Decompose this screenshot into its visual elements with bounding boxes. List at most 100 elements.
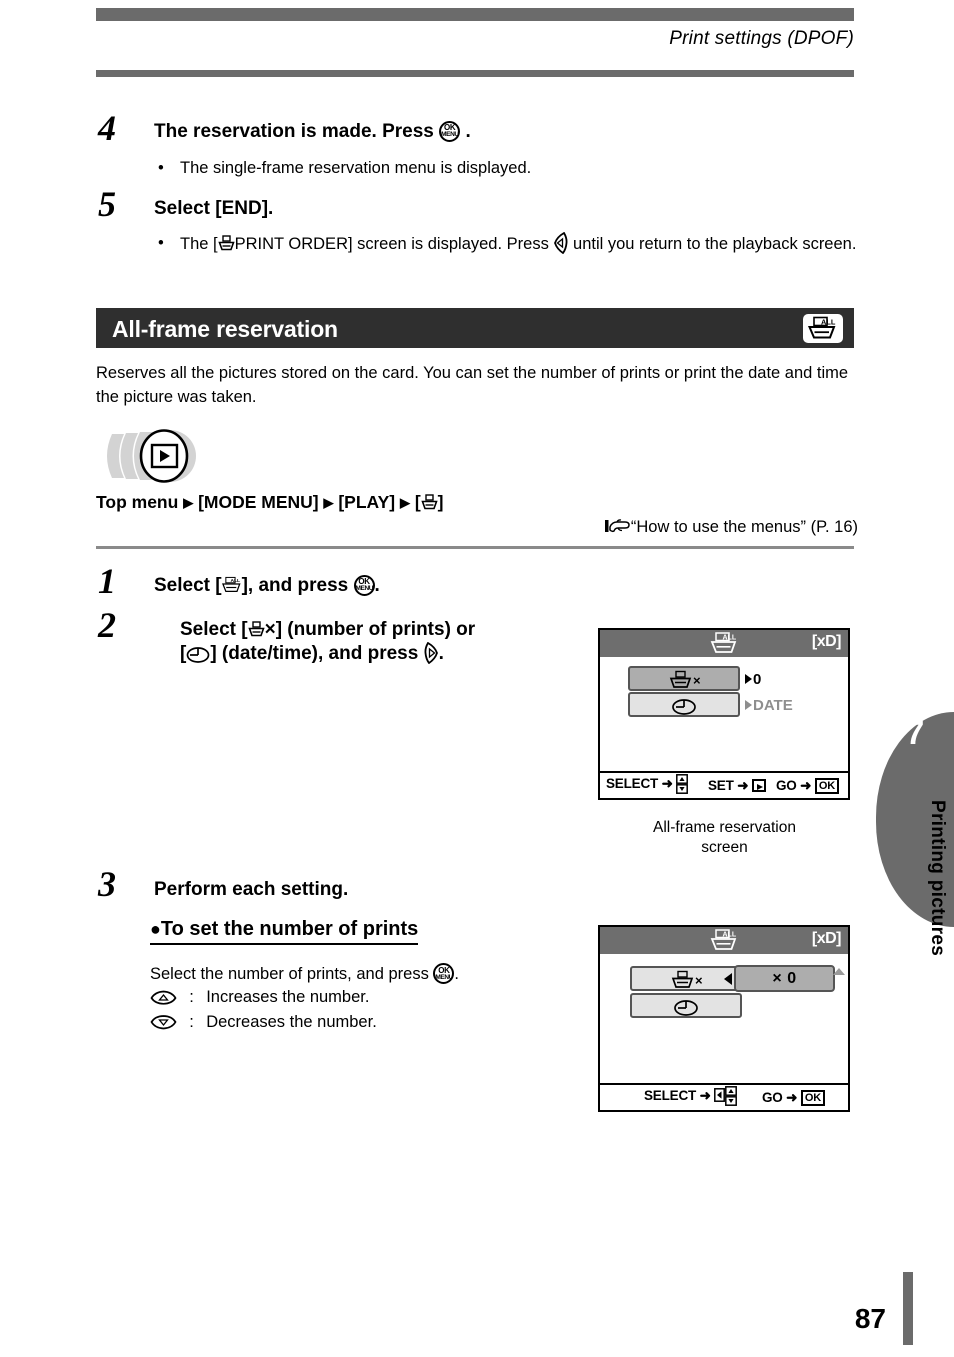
menu-row-date-time[interactable] xyxy=(630,993,742,1018)
key-separator: : xyxy=(189,988,194,1006)
key-description: Increases the number. xyxy=(206,988,370,1006)
hint-select: SELECT ➜ xyxy=(606,774,689,794)
step-1-mid: ], and press xyxy=(241,575,349,596)
step-1-post: . xyxy=(374,575,380,596)
card-type-badge: [xD] xyxy=(811,633,842,650)
chapter-title: Printing pictures xyxy=(927,800,948,957)
clock-icon xyxy=(668,997,704,1023)
printer-icon xyxy=(217,235,235,252)
hint-set: SET ➜ xyxy=(708,778,766,794)
menu-path-start: Top menu xyxy=(96,492,179,512)
updown-pad-icon xyxy=(725,1086,738,1106)
key-row-decrease: : Decreases the number. xyxy=(150,1013,377,1032)
lcd-title-bar: ALL [xD] xyxy=(600,927,848,954)
step-number-4: 4 xyxy=(98,108,116,148)
bullet-dot: • xyxy=(158,234,164,252)
bullet-disc-icon: ● xyxy=(150,919,161,939)
subsection-body-post: . xyxy=(454,965,460,983)
arrow-left-pad-icon xyxy=(553,232,568,254)
printer-all-icon: ALL xyxy=(803,314,843,343)
lcd-title-bar: ALL [xD] xyxy=(600,630,848,657)
ok-menu-button-icon: OK MENU xyxy=(353,575,375,596)
step-5-bullet-mid: PRINT ORDER] screen is displayed. Press xyxy=(234,235,549,253)
hint-arrow-icon: ➜ xyxy=(786,1090,798,1105)
step-4-heading: The reservation is made. Press OK MENU . xyxy=(154,120,471,144)
arrow-up-pad-icon xyxy=(150,990,177,1005)
key-separator: : xyxy=(189,1013,194,1031)
printer-icon xyxy=(421,494,438,511)
step-2-line1-mid: ×] (number of prints) or xyxy=(264,619,476,640)
running-title: Print settings (DPOF) xyxy=(669,28,854,49)
subsection-title: To set the number of prints xyxy=(160,918,419,940)
hint-set-label: SET xyxy=(708,778,734,793)
menu-reference-text: “How to use the menus” (P. 16) xyxy=(630,518,858,536)
hint-arrow-icon: ➜ xyxy=(737,778,749,793)
chevron-right-icon: ▶ xyxy=(183,495,194,510)
arrow-down-pad-icon xyxy=(150,1015,177,1030)
ok-menu-button-icon: OK MENU xyxy=(433,963,455,984)
hint-select-label: SELECT xyxy=(644,1088,697,1103)
hint-arrow-icon: ➜ xyxy=(661,776,673,791)
svg-text:ALL: ALL xyxy=(230,578,240,584)
value-text: DATE xyxy=(753,697,793,714)
hint-go: GO ➜ OK xyxy=(776,778,839,794)
section-heading-band: All-frame reservation ALL xyxy=(96,308,854,348)
caption-line-1: All-frame reservation xyxy=(653,819,796,836)
step-3-heading: Perform each setting. xyxy=(154,879,349,900)
hint-go: GO ➜ OK xyxy=(762,1090,825,1106)
svg-text:ALL: ALL xyxy=(723,635,737,642)
menu-path: Top menu ▶ [MODE MENU] ▶ [PLAY] ▶ [] xyxy=(96,492,444,513)
playback-mode-icon xyxy=(100,428,218,484)
step-number-5: 5 xyxy=(98,184,116,224)
menu-row-date-time-value: DATE xyxy=(745,697,793,714)
number-of-prints-screen: ALL [xD] × × 0 SELECT ➜ GO ➜ OK xyxy=(598,925,850,1112)
step-5-bullet-post: until you return to the playback screen. xyxy=(573,235,857,253)
menu-path-item-1: [MODE MENU] xyxy=(198,492,319,512)
step-5-bullet: • The [ PRINT ORDER] screen is displayed.… xyxy=(158,232,858,255)
printer-icon xyxy=(247,621,265,638)
hint-go-label: GO xyxy=(762,1090,783,1105)
caption-line-2: screen xyxy=(701,839,748,857)
clock-icon xyxy=(186,646,210,663)
hint-arrow-icon: ➜ xyxy=(699,1088,711,1103)
step-2-heading: Select [×] (number of prints) or [] (dat… xyxy=(180,618,580,666)
arrow-right-box-icon xyxy=(751,779,766,792)
section-divider xyxy=(96,546,854,549)
header-rule xyxy=(96,70,854,77)
hint-select: SELECT ➜ xyxy=(644,1086,738,1106)
menu-path-item-2: [PLAY] xyxy=(338,492,396,512)
menu-reference: “How to use the menus” (P. 16) xyxy=(604,518,858,537)
ok-key-icon: OK xyxy=(814,778,839,794)
hint-select-label: SELECT xyxy=(606,776,659,791)
pointing-hand-icon xyxy=(604,518,631,535)
subsection-body-pre: Select the number of prints, and press xyxy=(150,965,429,983)
step-1-heading: Select [ALL], and press OK MENU. xyxy=(154,574,380,598)
step-5-heading: Select [END]. xyxy=(154,198,274,219)
step-5-bullet-pre: The [ xyxy=(180,235,218,253)
subsection-heading: ●To set the number of prints xyxy=(150,918,419,945)
step-number-3: 3 xyxy=(98,864,116,904)
section-description: Reserves all the pictures stored on the … xyxy=(96,364,849,406)
menu-row-date-time[interactable] xyxy=(628,692,740,717)
triangle-left-icon xyxy=(724,973,732,985)
menu-row-number-of-prints-value: 0 xyxy=(745,671,761,688)
chevron-right-icon: ▶ xyxy=(323,495,334,510)
page-edge-bar xyxy=(903,1272,913,1345)
menu-row-number-of-prints[interactable]: × xyxy=(628,666,740,691)
print-count-value-box[interactable]: × 0 xyxy=(734,965,835,992)
clock-icon xyxy=(666,696,702,722)
step-4-bullet-text: The single-frame reservation menu is dis… xyxy=(180,159,532,177)
step-2-line2-mid: ] (date/time), and press xyxy=(210,642,419,664)
arrow-left-box-icon xyxy=(714,1088,726,1102)
header-top-bar xyxy=(96,8,854,21)
chevron-right-icon: ▶ xyxy=(399,495,410,510)
svg-text:×: × xyxy=(695,973,703,988)
lcd-hint-bar: SELECT ➜ GO ➜ OK xyxy=(600,1083,848,1110)
printer-all-icon: ALL xyxy=(710,929,738,957)
step-number-1: 1 xyxy=(98,561,116,601)
printer-all-icon: ALL xyxy=(221,576,242,595)
updown-pad-icon xyxy=(676,774,689,794)
chapter-number: 7 xyxy=(905,714,925,751)
triangle-up-icon xyxy=(833,968,845,975)
step-4-bullet: • The single-frame reservation menu is d… xyxy=(158,157,798,179)
